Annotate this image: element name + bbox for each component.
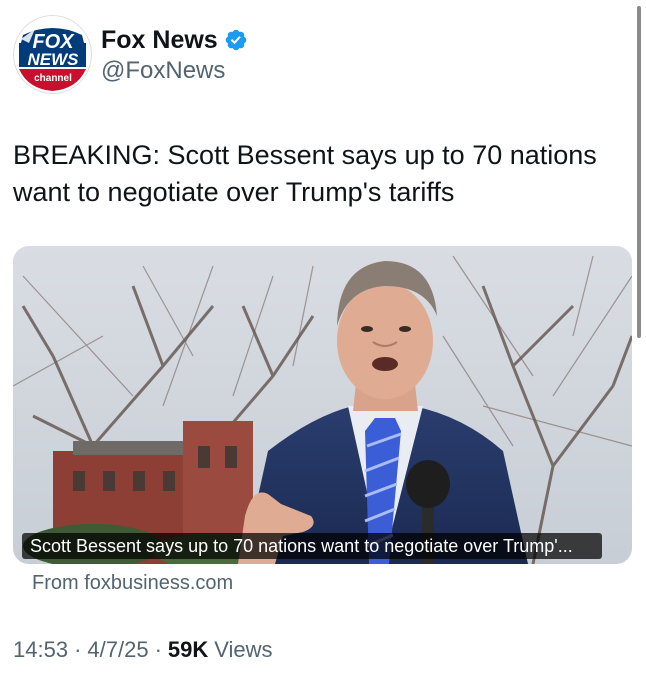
- fox-news-logo: FOX NEWS channel: [13, 15, 92, 94]
- avatar[interactable]: FOX NEWS channel: [13, 15, 92, 94]
- tweet-text: BREAKING: Scott Bessent says up to 70 na…: [13, 140, 597, 207]
- svg-text:NEWS: NEWS: [28, 50, 80, 69]
- scrollbar[interactable]: [637, 6, 641, 338]
- tweet-date[interactable]: 4/7/25: [87, 637, 148, 663]
- link-card-caption: Scott Bessent says up to 70 nations want…: [22, 533, 602, 559]
- views-label: Views: [214, 637, 273, 662]
- link-source[interactable]: From foxbusiness.com: [32, 572, 233, 595]
- tweet-meta: 14:53 · 4/7/25 · 59K Views: [13, 637, 273, 663]
- tweet-time[interactable]: 14:53: [13, 637, 68, 663]
- tweet-header: FOX NEWS channel Fox News @FoxNews: [13, 15, 613, 95]
- svg-text:channel: channel: [34, 73, 72, 84]
- verified-badge-icon: [225, 29, 246, 51]
- account-handle[interactable]: @FoxNews: [101, 57, 248, 85]
- account-name[interactable]: Fox News: [101, 26, 218, 55]
- news-photo: [13, 246, 632, 564]
- views-count[interactable]: 59K: [168, 637, 208, 663]
- author-block: Fox News @FoxNews: [101, 25, 248, 85]
- meta-separator: ·: [154, 637, 162, 662]
- link-card-image[interactable]: Scott Bessent says up to 70 nations want…: [13, 246, 632, 564]
- meta-separator: ·: [74, 637, 82, 662]
